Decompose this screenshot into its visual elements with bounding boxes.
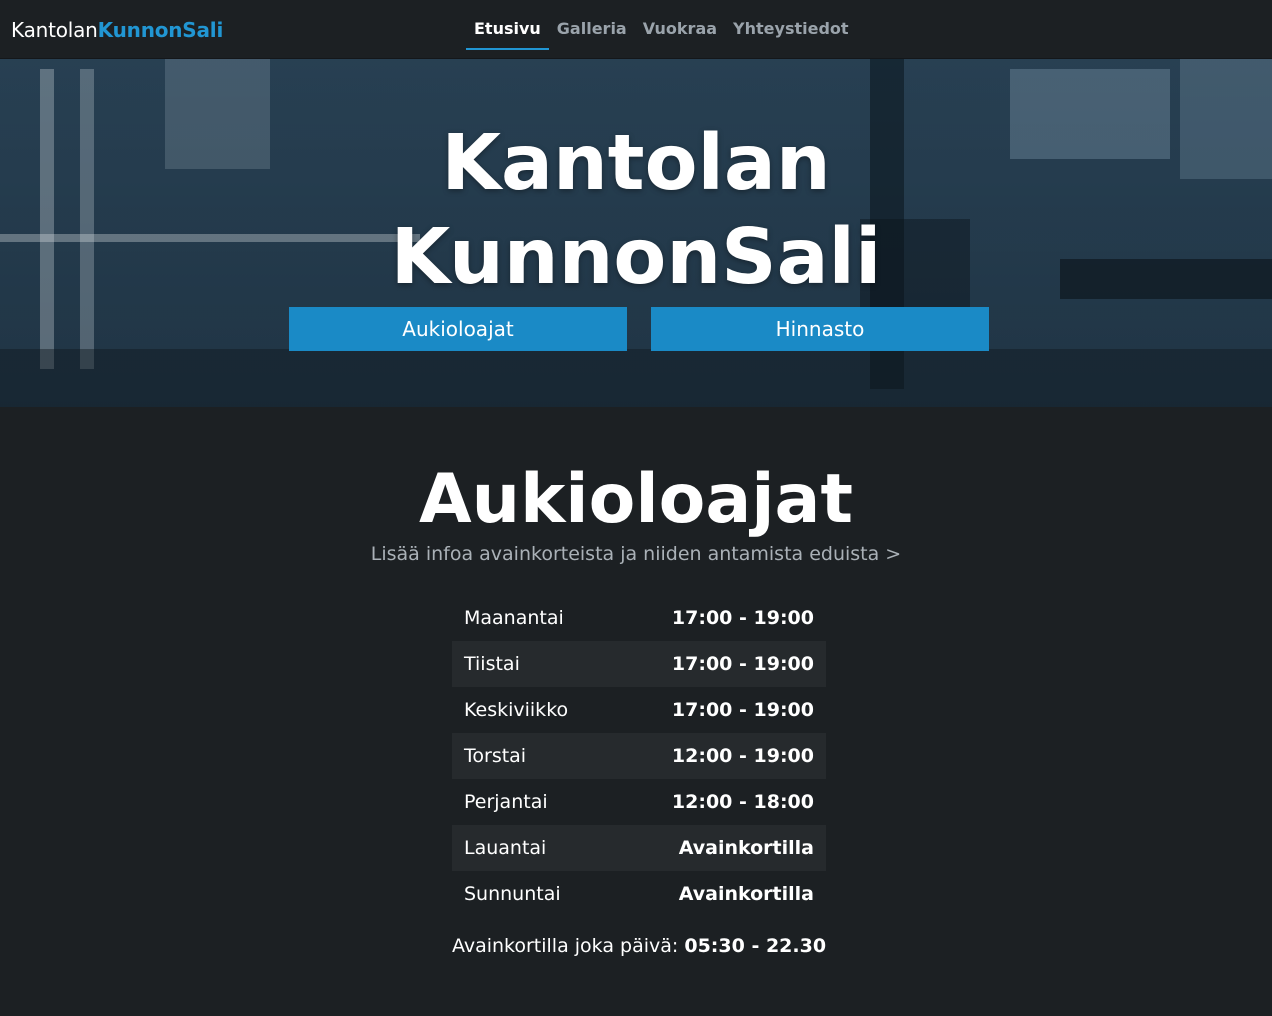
time-value: 12:00 - 19:00 [671, 745, 814, 767]
day-label: Sunnuntai [464, 883, 561, 905]
keycard-info-link[interactable]: Lisää infoa avainkorteista ja niiden ant… [0, 543, 1272, 565]
hours-row: Tiistai 17:00 - 19:00 [452, 641, 826, 687]
hero-bg-floor [0, 349, 1272, 407]
time-value: 17:00 - 19:00 [671, 699, 814, 721]
keycard-hours-value: 05:30 - 22.30 [684, 935, 827, 957]
time-value: 12:00 - 18:00 [671, 791, 814, 813]
time-value: Avainkortilla [678, 837, 814, 859]
hero-banner: Kantolan KunnonSali Aukioloajat Hinnasto [0, 59, 1272, 407]
day-label: Maanantai [464, 607, 564, 629]
day-label: Lauantai [464, 837, 547, 859]
day-label: Torstai [464, 745, 527, 767]
hero-title-line-2: KunnonSali [390, 213, 882, 302]
hours-row: Lauantai Avainkortilla [452, 825, 826, 871]
time-value: Avainkortilla [678, 883, 814, 905]
hours-row: Torstai 12:00 - 19:00 [452, 733, 826, 779]
hours-row: Maanantai 17:00 - 19:00 [452, 595, 826, 641]
hinnasto-button[interactable]: Hinnasto [651, 307, 989, 351]
main-nav: Etusivu Galleria Vuokraa Yhteystiedot [466, 0, 857, 59]
navbar: KantolanKunnonSali Etusivu Galleria Vuok… [0, 0, 1272, 59]
day-label: Keskiviikko [464, 699, 569, 721]
opening-hours-table: Maanantai 17:00 - 19:00 Tiistai 17:00 - … [452, 595, 826, 917]
nav-item-galleria[interactable]: Galleria [549, 0, 635, 50]
day-label: Perjantai [464, 791, 548, 813]
hours-row: Perjantai 12:00 - 18:00 [452, 779, 826, 825]
hours-title: Aukioloajat [419, 460, 853, 539]
hours-row: Keskiviikko 17:00 - 19:00 [452, 687, 826, 733]
hero-title: Kantolan KunnonSali [0, 117, 1272, 305]
time-value: 17:00 - 19:00 [671, 607, 814, 629]
aukioloajat-button[interactable]: Aukioloajat [289, 307, 627, 351]
brand-logo[interactable]: KantolanKunnonSali [11, 18, 223, 42]
nav-item-vuokraa[interactable]: Vuokraa [635, 0, 725, 50]
day-label: Tiistai [464, 653, 520, 675]
nav-item-etusivu[interactable]: Etusivu [466, 0, 549, 50]
hero-title-line-1: Kantolan [441, 119, 831, 208]
time-value: 17:00 - 19:00 [671, 653, 814, 675]
brand-part-1: Kantolan [11, 18, 98, 42]
keycard-hours-label: Avainkortilla joka päivä: [451, 935, 679, 957]
brand-part-2: KunnonSali [97, 18, 224, 42]
hours-row: Sunnuntai Avainkortilla [452, 871, 826, 917]
nav-item-yhteystiedot[interactable]: Yhteystiedot [725, 0, 857, 50]
keycard-hours-note: Avainkortilla joka päivä: 05:30 - 22.30 [0, 935, 1272, 957]
